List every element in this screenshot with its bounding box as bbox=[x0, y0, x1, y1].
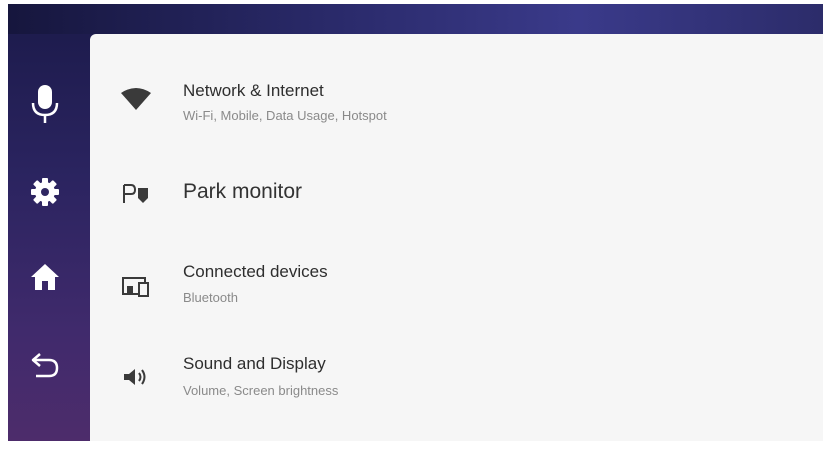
settings-item-subtitle: Wi-Fi, Mobile, Data Usage, Hotspot bbox=[183, 108, 387, 123]
top-bar bbox=[8, 4, 823, 34]
back-button[interactable] bbox=[20, 340, 70, 390]
home-icon bbox=[31, 264, 59, 290]
settings-item-connected-devices[interactable]: Connected devices Bluetooth bbox=[90, 237, 823, 321]
settings-item-title: Park monitor bbox=[183, 180, 303, 203]
connected-devices-icon bbox=[120, 271, 152, 303]
settings-item-title: Connected devices bbox=[183, 262, 328, 281]
settings-item-subtitle: Bluetooth bbox=[183, 290, 238, 305]
settings-item-subtitle: Volume, Screen brightness bbox=[183, 383, 339, 398]
settings-item-sound-display[interactable]: Sound and Display Volume, Screen brightn… bbox=[90, 332, 823, 416]
settings-panel: Network & Internet Wi-Fi, Mobile, Data U… bbox=[90, 34, 823, 441]
microphone-button[interactable] bbox=[20, 79, 70, 129]
wifi-icon bbox=[120, 83, 152, 115]
parking-camera-icon bbox=[120, 178, 152, 210]
settings-item-title: Network & Internet bbox=[183, 81, 324, 100]
app-frame: Network & Internet Wi-Fi, Mobile, Data U… bbox=[8, 4, 823, 441]
speaker-icon bbox=[120, 361, 152, 393]
side-rail bbox=[8, 34, 90, 441]
settings-button[interactable] bbox=[20, 167, 70, 217]
home-button[interactable] bbox=[20, 252, 70, 302]
settings-item-title: Sound and Display bbox=[183, 354, 326, 373]
settings-item-park-monitor[interactable]: Park monitor bbox=[90, 152, 823, 236]
gear-icon bbox=[31, 178, 59, 206]
settings-item-network[interactable]: Network & Internet Wi-Fi, Mobile, Data U… bbox=[90, 57, 823, 141]
back-arrow-icon bbox=[31, 353, 59, 378]
microphone-icon bbox=[31, 85, 59, 123]
